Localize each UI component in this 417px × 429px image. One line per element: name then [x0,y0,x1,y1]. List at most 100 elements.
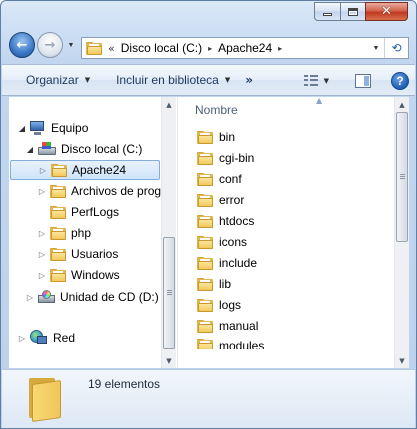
tree-item-perflogs[interactable]: PerfLogs [50,202,119,222]
recent-pages-dropdown[interactable]: ▼ [65,39,77,51]
expand-arrow-icon[interactable]: ▷ [37,250,47,259]
list-item[interactable]: modules [197,337,264,349]
list-item-label: conf [219,172,242,186]
expand-arrow-icon[interactable]: ▷ [37,229,47,238]
computer-icon [30,121,46,135]
list-item[interactable]: cgi-bin [197,148,254,168]
list-item[interactable]: include [197,253,257,273]
scroll-up-arrow-icon[interactable]: ▲ [162,97,176,112]
organize-button[interactable]: Organizar ▼ [19,68,97,92]
tree-item-label: Archivos de prog [71,184,162,198]
expand-arrow-icon[interactable]: ▷ [17,334,27,343]
scrollbar-thumb[interactable] [163,237,175,349]
breadcrumb-apache24[interactable]: Apache24 [218,41,272,55]
back-arrow-icon: ← [16,37,28,53]
maximize-button[interactable] [340,2,365,21]
command-bar: Organizar ▼ Incluir en biblioteca ▼ » ▼ … [2,64,415,96]
details-pane: 19 elementos [2,369,415,428]
tree-item-php[interactable]: ▷ php [37,223,91,243]
close-icon: ✕ [381,4,392,19]
tree-item-label: Unidad de CD (D:) [60,290,159,304]
refresh-icon: ⟲ [391,41,402,55]
list-item[interactable]: htdocs [197,211,254,231]
chevron-down-icon: ▼ [84,76,91,84]
tree-item-label: Windows [71,268,120,282]
file-list-scrollbar[interactable]: ▲ ▼ [394,97,409,368]
list-item[interactable]: icons [197,232,247,252]
address-bar[interactable]: « Disco local (C:) ▸ Apache24 ▸ ▼ ⟲ [81,37,409,59]
tree-item-archivos-de-programa[interactable]: ▷ Archivos de prog [37,181,161,201]
breadcrumb-overflow[interactable]: « [108,42,115,55]
expand-arrow-icon[interactable]: ▷ [37,187,47,196]
scroll-up-arrow-icon[interactable]: ▲ [395,97,409,112]
tree-item-label: PerfLogs [71,205,120,219]
folder-icon [197,214,213,228]
tree-item-windows[interactable]: ▷ Windows [37,265,120,285]
breadcrumb-disco-local[interactable]: Disco local (C:) [121,41,202,55]
folder-icon [50,226,66,240]
breadcrumb-separator-icon[interactable]: ▸ [278,44,282,53]
list-item-label: htdocs [219,214,255,228]
column-header-row: ▲ Nombre [178,96,410,121]
list-item-label: cgi-bin [219,151,255,165]
back-button[interactable]: ← [9,32,35,58]
address-history-dropdown[interactable]: ▼ [368,45,384,52]
tree-item-equipo[interactable]: ◢ Equipo [17,118,88,138]
minimize-button[interactable] [314,2,340,21]
navigation-pane-scrollbar[interactable]: ▲ ▼ [161,97,176,368]
minimize-icon [323,13,332,16]
tree-item-red[interactable]: ▷ Red [17,328,75,348]
collapse-arrow-icon[interactable]: ◢ [17,124,27,133]
collapse-arrow-icon[interactable]: ◢ [25,145,35,154]
breadcrumb-separator-icon[interactable]: ▸ [208,44,212,53]
forward-button[interactable]: → [37,32,63,58]
more-commands-button[interactable]: » [237,68,260,92]
close-button[interactable]: ✕ [365,2,408,21]
include-in-library-button[interactable]: Incluir en biblioteca ▼ [109,68,237,92]
list-item-label: lib [219,277,232,291]
column-header-name[interactable]: Nombre [195,103,238,117]
tree-item-label: Red [53,331,76,345]
list-item[interactable]: conf [197,169,242,189]
list-item-label: modules [219,339,265,349]
tree-item-label: Apache24 [72,163,127,177]
list-item-label: include [219,256,258,270]
help-button[interactable]: ? [391,72,409,90]
organize-label: Organizar [26,73,79,87]
refresh-button[interactable]: ⟲ [384,38,408,58]
tree-item-unidad-de-cd[interactable]: ▷ Unidad de CD (D:) [25,287,159,307]
tree-item-disco-local[interactable]: ◢ Disco local (C:) [25,139,142,159]
folder-icon [197,151,213,165]
folder-icon [50,184,66,198]
scroll-down-arrow-icon[interactable]: ▼ [162,353,176,368]
list-item-label: error [219,193,245,207]
address-bar-controls: ▼ ⟲ [368,38,408,58]
folder-icon [29,376,63,423]
list-item-label: bin [219,130,236,144]
folder-icon [197,339,213,349]
tree-item-apache24[interactable]: ▷ Apache24 [10,160,160,180]
file-list-pane: ▲ Nombre bin cgi-bin conf error htdocs i… [177,96,410,368]
folder-icon [197,172,213,186]
preview-pane-button[interactable] [355,74,371,88]
list-item-label: icons [219,235,248,249]
expand-arrow-icon[interactable]: ▷ [38,166,48,175]
list-item[interactable]: bin [197,127,235,147]
list-item[interactable]: manual [197,316,258,336]
scroll-down-arrow-icon[interactable]: ▼ [395,353,409,368]
chevron-down-icon: ▼ [323,77,329,85]
list-item[interactable]: lib [197,274,231,294]
chevron-down-icon: ▼ [372,44,380,52]
tree-item-label: php [71,226,92,240]
change-view-button[interactable]: ▼ [300,69,333,93]
expand-arrow-icon[interactable]: ▷ [37,271,47,280]
drive-icon [38,142,56,156]
maximize-icon [348,7,358,16]
scrollbar-thumb[interactable] [396,112,408,242]
expand-arrow-icon[interactable]: ▷ [25,293,35,302]
list-item[interactable]: error [197,190,244,210]
toolbar-right: ▼ ? [300,69,409,93]
tree-item-usuarios[interactable]: ▷ Usuarios [37,244,118,264]
folder-icon [50,205,66,219]
list-item[interactable]: logs [197,295,241,315]
